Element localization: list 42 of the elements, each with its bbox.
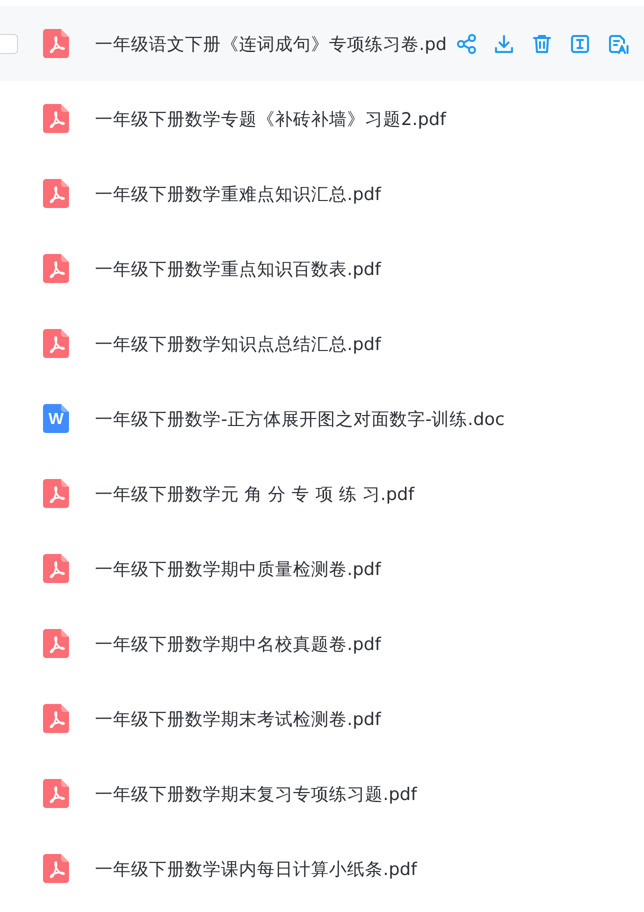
file-row[interactable]: 一年级下册数学期中名校真题卷.pdf: [0, 606, 644, 681]
file-name[interactable]: 一年级下册数学期中质量检测卷.pdf: [95, 556, 381, 580]
file-row[interactable]: 一年级下册数学重点知识百数表.pdf: [0, 231, 644, 306]
pdf-file-icon: [42, 103, 70, 134]
file-name[interactable]: 一年级下册数学元 角 分 专 项 练 习.pdf: [95, 482, 414, 506]
document-ai-icon[interactable]: [606, 32, 629, 54]
file-name[interactable]: 一年级下册数学重难点知识汇总.pdf: [95, 182, 381, 206]
share-icon[interactable]: [454, 32, 477, 54]
pdf-file-icon: [42, 28, 70, 59]
file-row[interactable]: 一年级下册数学课内每日计算小纸条.pdf: [0, 831, 644, 906]
download-icon[interactable]: [492, 32, 515, 54]
file-name[interactable]: 一年级下册数学课内每日计算小纸条.pdf: [95, 856, 417, 880]
file-name[interactable]: 一年级语文下册《连词成句》专项练习卷.pd: [95, 32, 447, 56]
file-row[interactable]: 一年级下册数学专题《补砖补墙》习题2.pdf: [0, 81, 644, 156]
file-row[interactable]: W 一年级下册数学-正方体展开图之对面数字-训练.doc: [0, 381, 644, 456]
checkbox[interactable]: [0, 34, 18, 54]
pdf-file-icon: [42, 778, 70, 809]
pdf-file-icon: [42, 628, 70, 659]
file-name[interactable]: 一年级下册数学知识点总结汇总.pdf: [95, 332, 381, 356]
pdf-file-icon: [42, 853, 70, 884]
file-row[interactable]: 一年级下册数学重难点知识汇总.pdf: [0, 156, 644, 231]
pdf-file-icon: [42, 328, 70, 359]
file-row-highlight[interactable]: 一年级语文下册《连词成句》专项练习卷.pd: [0, 6, 644, 81]
trash-icon[interactable]: [530, 32, 553, 54]
file-row[interactable]: 一年级下册数学期中质量检测卷.pdf: [0, 531, 644, 606]
pdf-file-icon: [42, 553, 70, 584]
file-row[interactable]: 一年级下册数学期末复习专项练习题.pdf: [0, 756, 644, 831]
file-row[interactable]: 一年级下册数学知识点总结汇总.pdf: [0, 306, 644, 381]
file-name[interactable]: 一年级下册数学期末考试检测卷.pdf: [95, 706, 381, 730]
file-row[interactable]: 一年级下册数学期末考试检测卷.pdf: [0, 681, 644, 756]
file-name[interactable]: 一年级下册数学期中名校真题卷.pdf: [95, 632, 381, 656]
file-name[interactable]: 一年级下册数学期末复习专项练习题.pdf: [95, 782, 417, 806]
file-name[interactable]: 一年级下册数学重点知识百数表.pdf: [95, 256, 381, 280]
file-name[interactable]: 一年级下册数学专题《补砖补墙》习题2.pdf: [95, 106, 446, 130]
word-file-icon: W: [42, 403, 70, 434]
file-row[interactable]: 一年级下册数学元 角 分 专 项 练 习.pdf: [0, 456, 644, 531]
pdf-file-icon: [42, 178, 70, 209]
text-box-icon[interactable]: [568, 32, 591, 54]
pdf-file-icon: [42, 253, 70, 284]
pdf-file-icon: [42, 703, 70, 734]
pdf-file-icon: [42, 478, 70, 509]
file-name[interactable]: 一年级下册数学-正方体展开图之对面数字-训练.doc: [95, 406, 505, 430]
